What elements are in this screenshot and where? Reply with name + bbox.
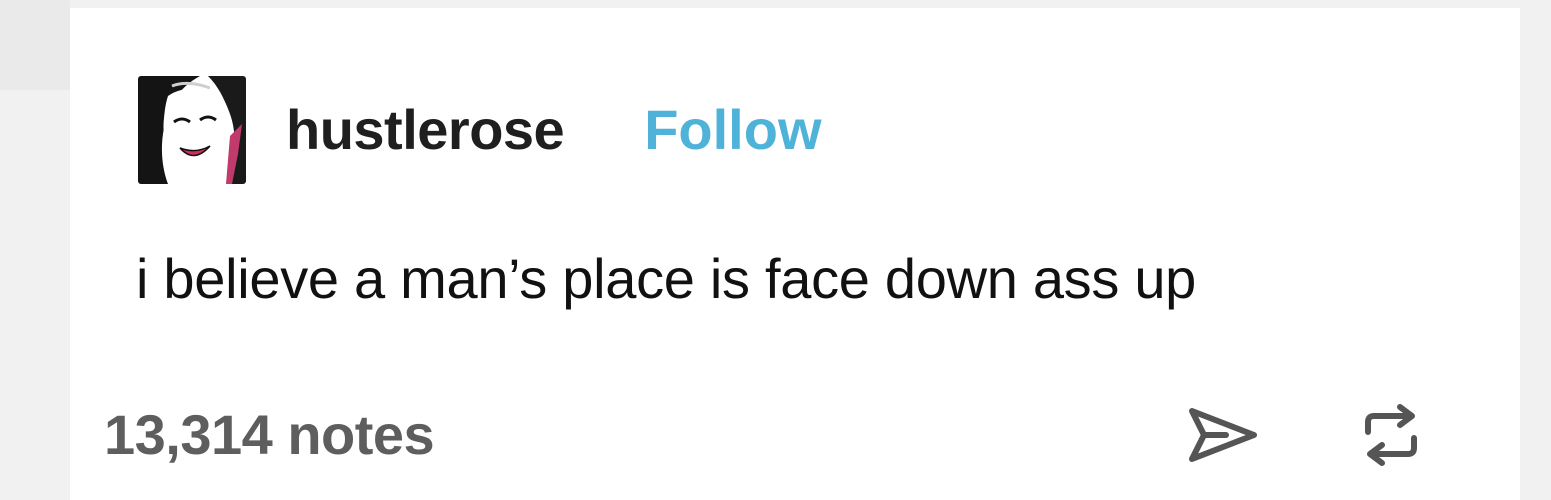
- reblog-button[interactable]: [1352, 396, 1430, 474]
- background-strip: [0, 0, 70, 90]
- avatar[interactable]: [138, 76, 246, 184]
- post-actions: [1094, 396, 1430, 474]
- post-footer: 13,314 notes: [104, 400, 1486, 470]
- follow-button[interactable]: Follow: [644, 102, 821, 158]
- post-header: hustlerose Follow: [138, 74, 822, 186]
- share-icon: [1189, 408, 1257, 462]
- page: hustlerose Follow i believe a man’s plac…: [0, 0, 1551, 500]
- reblog-icon: [1365, 404, 1417, 466]
- post-card: hustlerose Follow i believe a man’s plac…: [70, 8, 1520, 500]
- username[interactable]: hustlerose: [286, 102, 565, 158]
- post-body: i believe a man’s place is face down ass…: [136, 247, 1197, 310]
- avatar-image: [138, 76, 246, 184]
- share-button[interactable]: [1184, 396, 1262, 474]
- notes-count[interactable]: 13,314 notes: [104, 407, 435, 463]
